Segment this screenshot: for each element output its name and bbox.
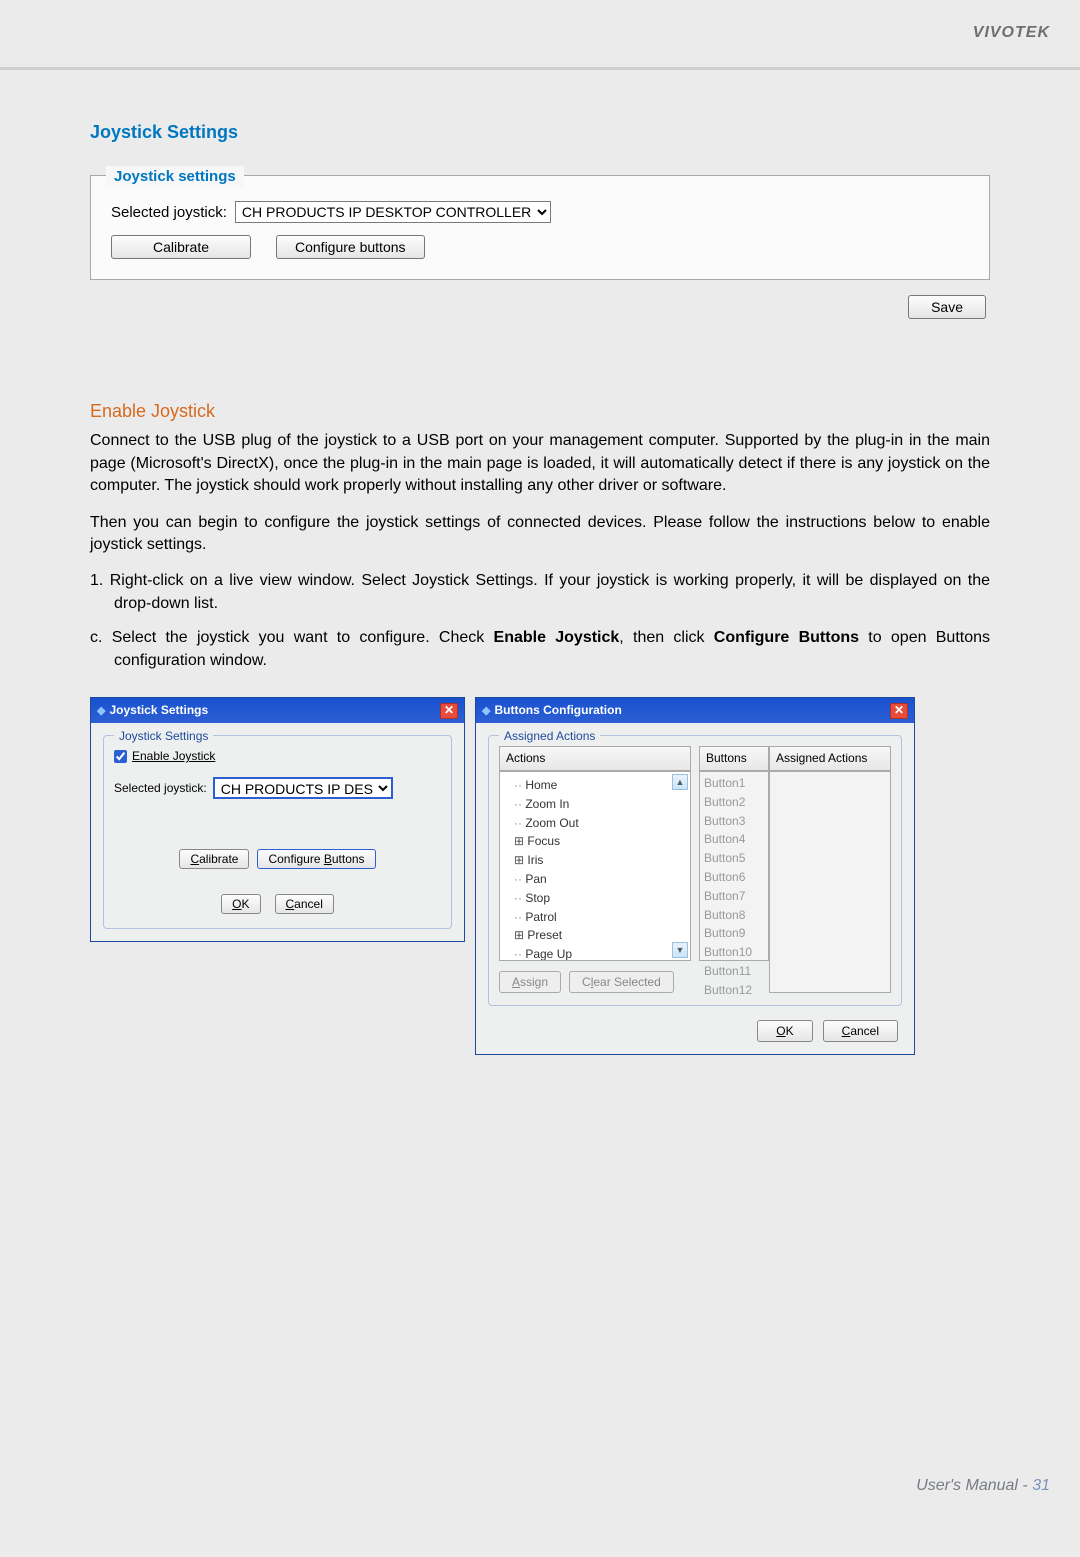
enable-joystick-label[interactable]: Enable Joystick	[132, 748, 215, 765]
dialog-titlebar: ◆Buttons Configuration ✕	[476, 698, 914, 723]
selected-joystick-dropdown[interactable]: CH PRODUCTS IP DESKTOP CONTROLLER	[235, 201, 551, 223]
assign-button[interactable]: Assign	[499, 971, 561, 993]
cancel-button[interactable]: Cancel	[275, 894, 334, 914]
buttons-header: Buttons	[699, 746, 769, 771]
paragraph-1: Connect to the USB plug of the joystick …	[90, 430, 990, 497]
selected-joystick-label: Selected joystick:	[111, 202, 227, 223]
save-button[interactable]: Save	[908, 295, 986, 319]
diamond-icon: ◆	[482, 705, 490, 717]
button-item[interactable]: Button1	[704, 774, 764, 793]
actions-header: Actions	[499, 746, 691, 771]
dlg-calibrate-button[interactable]: Calibrate	[179, 849, 249, 869]
dlg-configure-buttons-button[interactable]: Configure Buttons	[257, 849, 375, 869]
button-item[interactable]: Button12	[704, 981, 764, 1000]
paragraph-2: Then you can begin to configure the joys…	[90, 512, 990, 557]
cancel-button[interactable]: Cancel	[823, 1020, 898, 1042]
action-item[interactable]: Preset	[514, 926, 684, 945]
action-item[interactable]: Zoom Out	[514, 814, 684, 833]
step-1: 1. Right-click on a live view window. Se…	[90, 570, 990, 615]
step-c: c. Select the joystick you want to confi…	[90, 627, 990, 672]
button-item[interactable]: Button11	[704, 962, 764, 981]
calibrate-button[interactable]: Calibrate	[111, 235, 251, 259]
footer: User's Manual - 31	[0, 1465, 1080, 1517]
action-item[interactable]: Pan	[514, 870, 684, 889]
action-item[interactable]: Focus	[514, 832, 684, 851]
action-item[interactable]: Patrol	[514, 908, 684, 927]
enable-joystick-heading: Enable Joystick	[90, 399, 990, 424]
action-item[interactable]: Home	[514, 776, 684, 795]
action-item[interactable]: Zoom In	[514, 795, 684, 814]
panel-legend: Joystick settings	[106, 166, 244, 187]
button-item[interactable]: Button2	[704, 793, 764, 812]
ok-button[interactable]: OK	[757, 1020, 812, 1042]
action-item[interactable]: Stop	[514, 889, 684, 908]
button-item[interactable]: Button10	[704, 943, 764, 962]
assigned-actions-header: Assigned Actions	[769, 746, 891, 771]
dlg-selected-joystick-dropdown[interactable]: CH PRODUCTS IP DESKTOP CON	[213, 777, 393, 799]
scroll-up-icon[interactable]: ▲	[672, 774, 688, 790]
dialog-titlebar: ◆Joystick Settings ✕	[91, 698, 464, 723]
assigned-actions-list[interactable]	[769, 771, 891, 993]
joystick-settings-panel: Joystick settings Selected joystick: CH …	[90, 175, 990, 280]
close-icon[interactable]: ✕	[440, 703, 458, 719]
button-item[interactable]: Button4	[704, 830, 764, 849]
action-item[interactable]: Iris	[514, 851, 684, 870]
diamond-icon: ◆	[97, 705, 105, 717]
instruction-steps: 1. Right-click on a live view window. Se…	[90, 570, 990, 672]
scroll-down-icon[interactable]: ▼	[672, 942, 688, 958]
assigned-actions-legend: Assigned Actions	[499, 728, 600, 745]
enable-joystick-checkbox[interactable]	[114, 750, 127, 763]
clear-selected-button[interactable]: Clear Selected	[569, 971, 674, 993]
action-item[interactable]: Page Up	[514, 945, 684, 961]
ok-button[interactable]: OK	[221, 894, 260, 914]
button-item[interactable]: Button6	[704, 868, 764, 887]
brand-text: VIVOTEK	[973, 22, 1050, 44]
buttons-configuration-dialog: ◆Buttons Configuration ✕ Assigned Action…	[475, 697, 915, 1055]
button-item[interactable]: Button9	[704, 924, 764, 943]
joystick-settings-dialog: ◆Joystick Settings ✕ Joystick Settings E…	[90, 697, 465, 942]
buttons-list[interactable]: Button1Button2Button3Button4Button5Butto…	[699, 771, 769, 961]
fieldset-legend: Joystick Settings	[114, 728, 213, 745]
brand-bar: VIVOTEK	[0, 0, 1080, 70]
dlg-selected-joystick-label: Selected joystick:	[114, 780, 207, 797]
button-item[interactable]: Button3	[704, 812, 764, 831]
button-item[interactable]: Button8	[704, 906, 764, 925]
button-item[interactable]: Button5	[704, 849, 764, 868]
configure-buttons-button[interactable]: Configure buttons	[276, 235, 425, 259]
page-title: Joystick Settings	[90, 120, 990, 145]
actions-tree[interactable]: ▲ HomeZoom InZoom OutFocusIrisPanStopPat…	[499, 771, 691, 961]
close-icon[interactable]: ✕	[890, 703, 908, 719]
button-item[interactable]: Button7	[704, 887, 764, 906]
